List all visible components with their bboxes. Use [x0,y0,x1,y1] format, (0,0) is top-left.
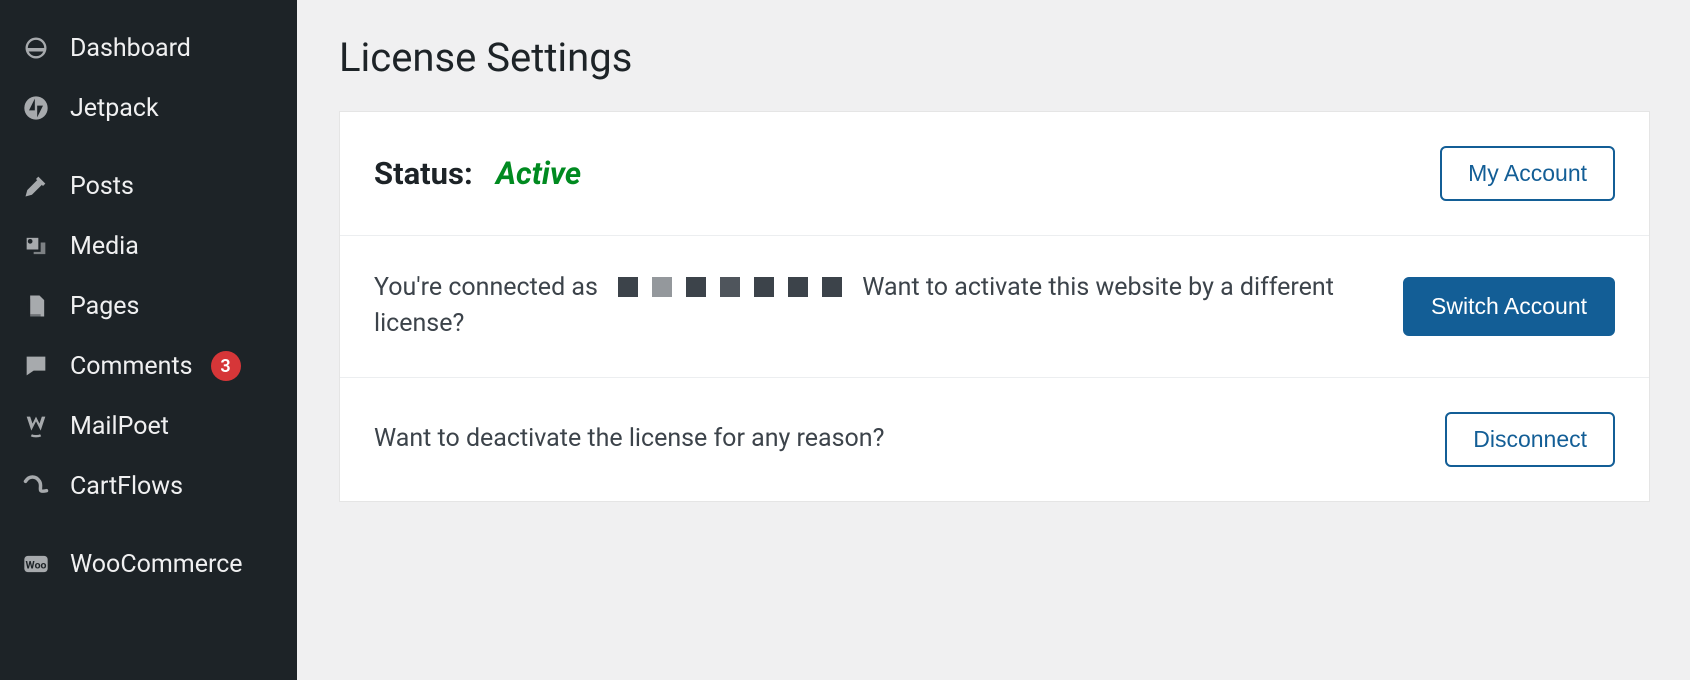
connected-text: You're connected as Want to activate thi… [374,270,1354,343]
deactivate-text: Want to deactivate the license for any r… [374,421,884,457]
pages-icon [20,290,52,322]
main-content: License Settings Status: Active My Accou… [297,0,1690,680]
masked-username [618,277,842,297]
status-text: Status: Active [374,155,581,192]
connected-prefix: You're connected as [374,273,598,302]
cartflows-icon [20,470,52,502]
jetpack-icon [20,92,52,124]
sidebar-item-label: Dashboard [70,34,191,63]
sidebar-item-posts[interactable]: Posts [0,156,297,216]
sidebar-item-woocommerce[interactable]: Woo WooCommerce [0,534,297,594]
page-title: License Settings [339,34,1650,81]
disconnect-button[interactable]: Disconnect [1445,412,1615,467]
deactivate-row: Want to deactivate the license for any r… [340,377,1649,501]
status-label: Status: [374,155,473,192]
sidebar-item-label: Jetpack [70,94,159,123]
sidebar-item-pages[interactable]: Pages [0,276,297,336]
sidebar-item-mailpoet[interactable]: MailPoet [0,396,297,456]
my-account-button[interactable]: My Account [1440,146,1615,201]
woocommerce-icon: Woo [20,548,52,580]
sidebar-item-label: WooCommerce [70,550,243,579]
sidebar-item-label: Posts [70,172,134,201]
sidebar-item-comments[interactable]: Comments 3 [0,336,297,396]
sidebar-item-label: Comments [70,352,193,381]
comments-badge: 3 [211,351,241,381]
sidebar-item-cartflows[interactable]: CartFlows [0,456,297,516]
comments-icon [20,350,52,382]
svg-text:Woo: Woo [26,559,47,572]
sidebar-item-media[interactable]: Media [0,216,297,276]
sidebar-item-jetpack[interactable]: Jetpack [0,78,297,138]
switch-account-button[interactable]: Switch Account [1403,277,1615,336]
status-value: Active [496,155,581,192]
sidebar-item-label: MailPoet [70,412,169,441]
status-row: Status: Active My Account [340,112,1649,235]
sidebar-item-dashboard[interactable]: Dashboard [0,18,297,78]
sidebar-item-label: Pages [70,292,139,321]
dashboard-icon [20,32,52,64]
posts-icon [20,170,52,202]
media-icon [20,230,52,262]
license-panel: Status: Active My Account You're connect… [339,111,1650,502]
sidebar-item-label: Media [70,232,139,261]
admin-sidebar: Dashboard Jetpack Posts Media Page [0,0,297,680]
mailpoet-icon [20,410,52,442]
sidebar-item-label: CartFlows [70,472,183,501]
connected-row: You're connected as Want to activate thi… [340,235,1649,377]
